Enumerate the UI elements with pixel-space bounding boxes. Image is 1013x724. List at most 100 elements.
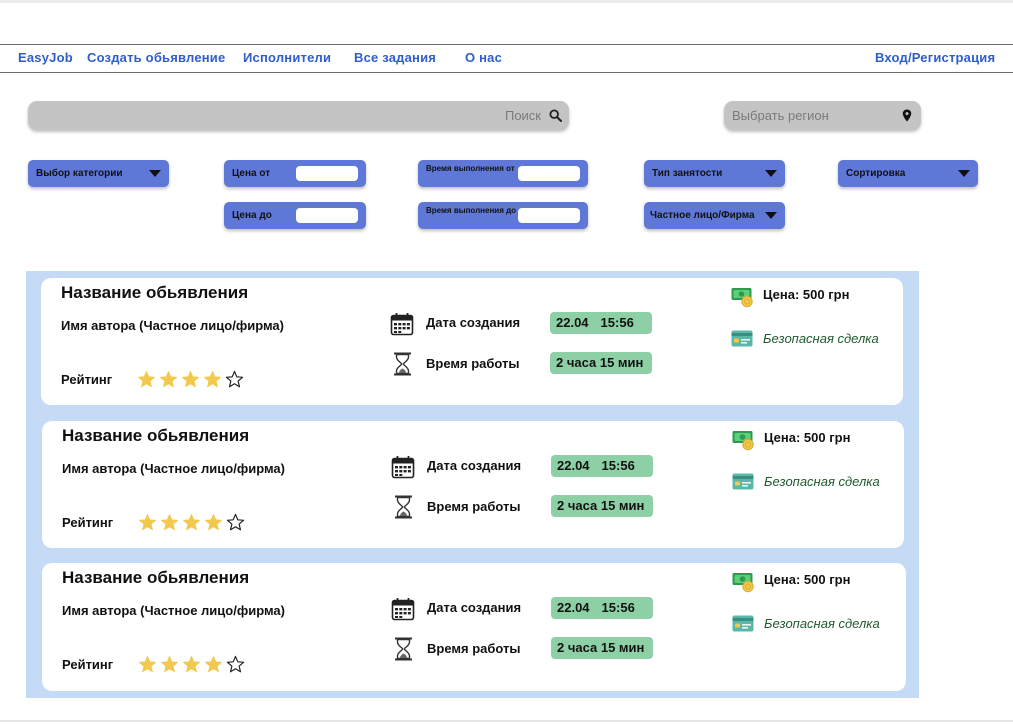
calendar-icon: [391, 598, 415, 621]
star-filled-icon: [205, 656, 222, 673]
rating-label: Рейтинг: [62, 657, 114, 672]
work-time-label: Время работы: [427, 641, 521, 656]
rating-label: Рейтинг: [62, 515, 114, 530]
star-filled-icon: [161, 656, 178, 673]
region-select[interactable]: [724, 101, 921, 130]
safe-deal-label: Безопасная сделка: [763, 331, 879, 346]
time-from-label: Время выполнения от: [426, 164, 515, 173]
nav-create-ad-link[interactable]: Создать обьявление: [87, 50, 225, 65]
price-to-input[interactable]: [296, 208, 358, 223]
time-from-filter: Время выполнения от: [418, 160, 588, 187]
created-date-badge: 22.04 15:56: [551, 597, 653, 619]
region-input[interactable]: [732, 108, 892, 123]
created-date-value: 22.04: [557, 600, 590, 615]
star-filled-icon: [183, 514, 200, 531]
created-date-badge: 22.04 15:56: [550, 312, 652, 334]
star-filled-icon: [205, 514, 222, 531]
person-type-label: Частное лицо/Фирма: [650, 210, 755, 221]
price-from-label: Цена от: [232, 168, 271, 179]
time-to-input[interactable]: [518, 208, 580, 223]
listing-card[interactable]: Название обьявления Имя автора (Частное …: [41, 278, 903, 405]
created-time-value: 15:56: [600, 315, 634, 330]
rating-stars: [137, 370, 244, 390]
credit-card-icon: [732, 615, 754, 632]
work-time-label: Время работы: [426, 356, 520, 371]
listing-price: Цена: 500 грн: [764, 430, 851, 445]
star-filled-icon: [139, 656, 156, 673]
chevron-down-icon: [958, 170, 970, 177]
listing-price: Цена: 500 грн: [764, 572, 851, 587]
star-empty-icon: [226, 513, 245, 531]
listings-container: Название обьявления Имя автора (Частное …: [26, 271, 919, 698]
listing-price: Цена: 500 грн: [763, 287, 850, 302]
employment-type-label: Тип занятости: [652, 168, 723, 179]
chevron-down-icon: [765, 212, 777, 219]
price-from-input[interactable]: [296, 166, 358, 181]
star-filled-icon: [138, 371, 155, 388]
employment-type-dropdown[interactable]: Тип занятости: [644, 160, 785, 187]
calendar-icon: [390, 313, 414, 336]
nav-logo-link[interactable]: EasyJob: [18, 50, 73, 65]
created-date-label: Дата создания: [427, 600, 522, 615]
top-divider: [0, 0, 1013, 3]
main-nav: EasyJob Создать обьявление Исполнители В…: [0, 44, 1013, 73]
created-time-value: 15:56: [601, 458, 635, 473]
money-icon: [732, 573, 754, 593]
star-empty-icon: [226, 655, 245, 673]
listing-title[interactable]: Название обьявления: [62, 426, 249, 446]
star-filled-icon: [139, 514, 156, 531]
money-icon: [732, 431, 754, 451]
star-filled-icon: [183, 656, 200, 673]
bottom-divider: [0, 720, 1013, 722]
calendar-icon: [391, 456, 415, 479]
time-to-label: Время выполнения до: [426, 206, 517, 215]
time-from-input[interactable]: [518, 166, 580, 181]
star-filled-icon: [204, 371, 221, 388]
listing-author: Имя автора (Частное лицо/фирма): [62, 603, 285, 618]
listing-card[interactable]: Название обьявления Имя автора (Частное …: [42, 563, 906, 691]
search-input[interactable]: [241, 108, 541, 123]
nav-about-link[interactable]: О нас: [465, 50, 502, 65]
rating-stars: [138, 513, 245, 533]
price-to-label: Цена до: [232, 210, 272, 221]
location-pin-icon: [902, 109, 912, 122]
sort-dropdown[interactable]: Сортировка: [838, 160, 978, 187]
work-time-badge: 2 часа 15 мин: [551, 637, 653, 659]
category-dropdown-label: Выбор категории: [36, 168, 123, 179]
created-date-label: Дата создания: [427, 458, 522, 473]
nav-login-link[interactable]: Вход/Регистрация: [875, 50, 995, 65]
chevron-down-icon: [149, 170, 161, 177]
star-filled-icon: [182, 371, 199, 388]
rating-stars: [138, 655, 245, 675]
created-date-value: 22.04: [557, 458, 590, 473]
safe-deal-label: Безопасная сделка: [764, 616, 880, 631]
listing-title[interactable]: Название обьявления: [61, 283, 248, 303]
work-time-badge: 2 часа 15 мин: [551, 495, 653, 517]
rating-label: Рейтинг: [61, 372, 113, 387]
category-dropdown[interactable]: Выбор категории: [28, 160, 169, 187]
search-icon[interactable]: [549, 109, 562, 122]
chevron-down-icon: [765, 170, 777, 177]
search-bar[interactable]: [28, 101, 569, 130]
credit-card-icon: [731, 330, 753, 347]
price-from-filter: Цена от: [224, 160, 366, 187]
star-filled-icon: [160, 371, 177, 388]
work-time-label: Время работы: [427, 499, 521, 514]
time-to-filter: Время выполнения до: [418, 202, 588, 229]
person-type-dropdown[interactable]: Частное лицо/Фирма: [644, 202, 785, 229]
hourglass-icon: [394, 352, 411, 376]
hourglass-icon: [395, 495, 412, 519]
safe-deal-label: Безопасная сделка: [764, 474, 880, 489]
credit-card-icon: [732, 473, 754, 490]
listing-card[interactable]: Название обьявления Имя автора (Частное …: [42, 421, 904, 548]
listing-author: Имя автора (Частное лицо/фирма): [62, 461, 285, 476]
money-icon: [731, 288, 753, 308]
sort-label: Сортировка: [846, 168, 906, 179]
listing-author: Имя автора (Частное лицо/фирма): [61, 318, 284, 333]
nav-performers-link[interactable]: Исполнители: [243, 50, 331, 65]
star-empty-icon: [225, 370, 244, 388]
listing-title[interactable]: Название обьявления: [62, 568, 249, 588]
created-date-value: 22.04: [556, 315, 589, 330]
nav-all-tasks-link[interactable]: Все задания: [354, 50, 436, 65]
created-date-label: Дата создания: [426, 315, 521, 330]
